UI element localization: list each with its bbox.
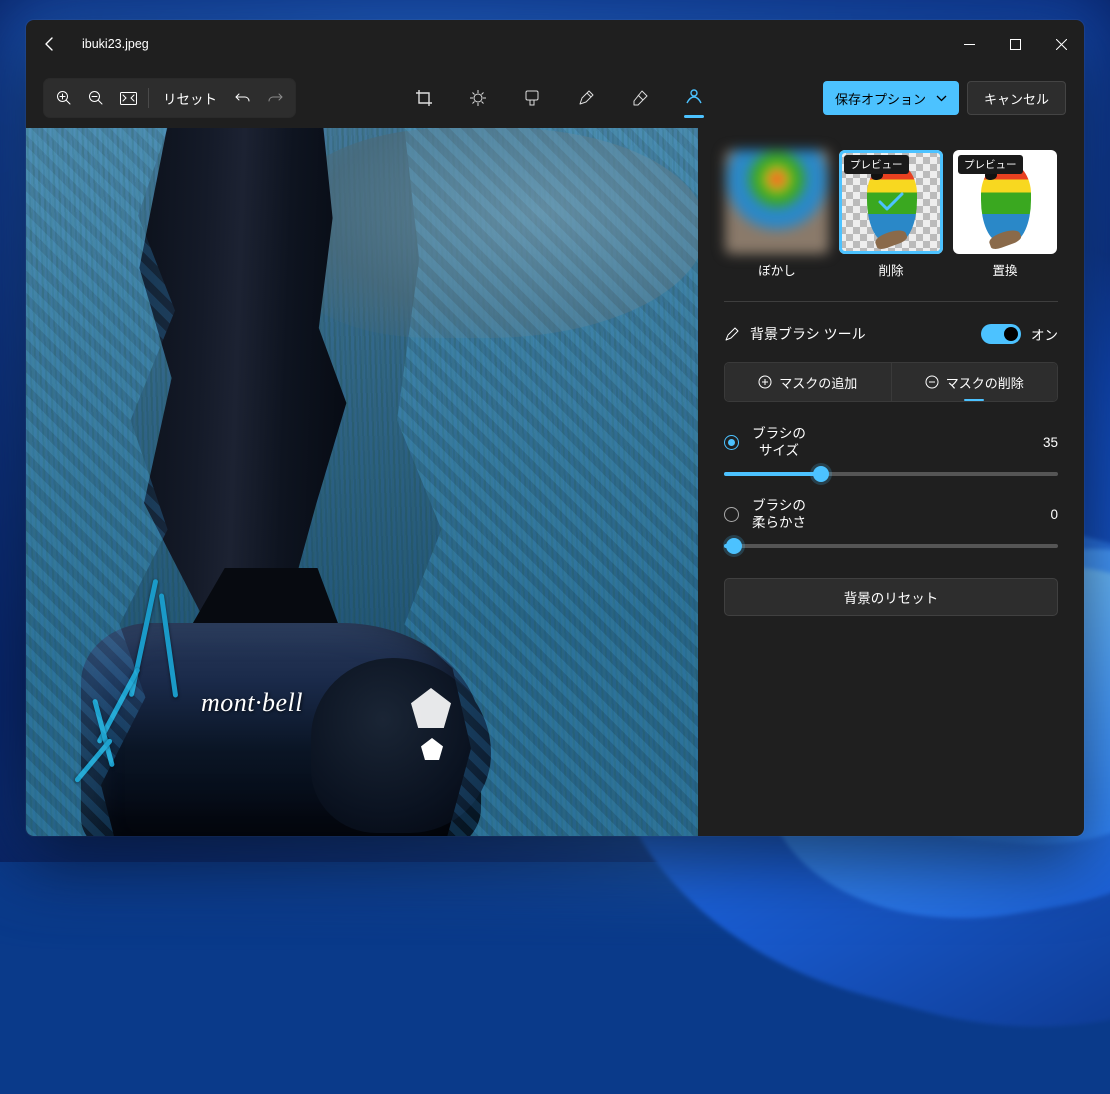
size-radio[interactable] [724,435,739,450]
titlebar: ibuki23.jpeg [26,20,1084,68]
side-panel: ぼかし プレビュー 削除 プレビュー 置換 [698,128,1084,836]
back-button[interactable] [26,20,74,68]
softness-radio[interactable] [724,507,739,522]
remove-mask-button[interactable]: マスクの削除 [892,363,1058,401]
background-tool[interactable] [680,78,708,118]
filename: ibuki23.jpeg [82,37,149,51]
crop-tool[interactable] [410,78,438,118]
check-icon [878,192,904,212]
brush-tool-label: 背景ブラシ ツール [750,324,866,344]
maximize-button[interactable] [992,20,1038,68]
fit-button[interactable] [112,82,144,114]
minimize-button[interactable] [946,20,992,68]
close-button[interactable] [1038,20,1084,68]
preview-badge: プレビュー [844,155,909,174]
erase-tool[interactable] [626,78,654,118]
zoom-out-button[interactable] [80,82,112,114]
save-options-button[interactable]: 保存オプション [823,81,959,115]
reset-background-button[interactable]: 背景のリセット [724,578,1058,616]
toolbar: リセット 保存オプション キャンセル [26,68,1084,128]
adjust-tool[interactable] [464,78,492,118]
chevron-down-icon [936,95,947,102]
mask-overlay [26,128,698,836]
brush-toggle[interactable] [981,324,1021,344]
reset-view-button[interactable]: リセット [153,82,227,114]
undo-button[interactable] [227,82,259,114]
pencil-icon [724,326,740,342]
thumb-replace[interactable]: プレビュー 置換 [953,150,1057,279]
add-mask-button[interactable]: マスクの追加 [725,363,892,401]
redo-button[interactable] [259,82,291,114]
photo-preview: mont·bell [26,128,698,836]
preview-badge: プレビュー [958,155,1023,174]
cancel-button[interactable]: キャンセル [967,81,1066,115]
toggle-state: オン [1031,324,1058,344]
canvas[interactable]: mont·bell [26,128,698,836]
brush-size-slider[interactable]: ブラシのサイズ 35 [724,426,1058,476]
app-window: ibuki23.jpeg リセット 保存オプション [26,20,1084,836]
markup-tool[interactable] [572,78,600,118]
zoom-in-button[interactable] [48,82,80,114]
filter-tool[interactable] [518,78,546,118]
plus-circle-icon [758,375,772,389]
thumb-remove[interactable]: プレビュー 削除 [839,150,943,279]
minus-circle-icon [925,375,939,389]
brush-softness-slider[interactable]: ブラシの柔らかさ 0 [724,498,1058,548]
thumb-blur[interactable]: ぼかし [725,150,829,279]
